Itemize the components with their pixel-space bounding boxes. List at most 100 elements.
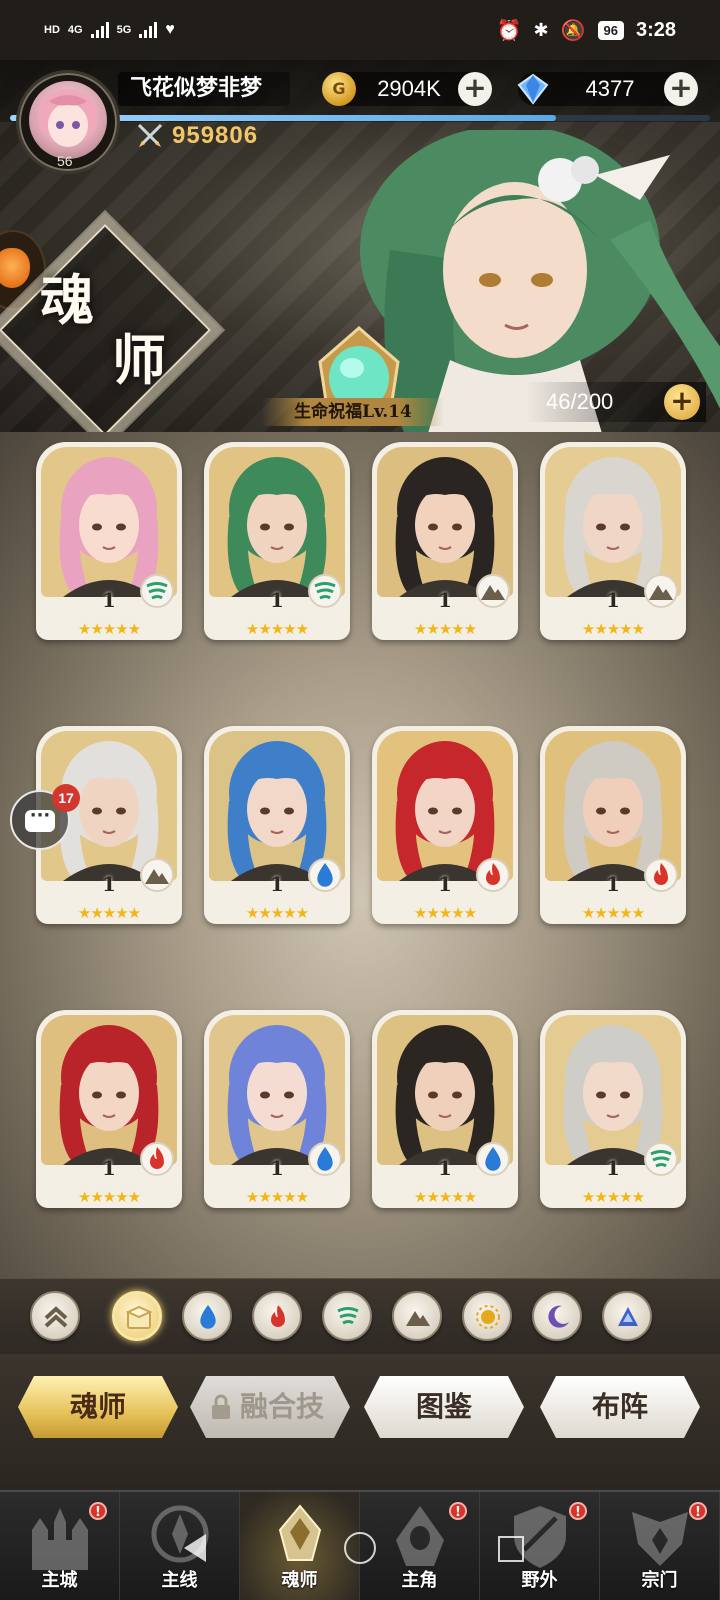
hero-card[interactable]: 1 ★★★★★ [540,442,686,640]
tab-fusion-skill[interactable]: 融合技 [190,1376,350,1438]
hero-banner: 56 飞花似梦非梦 G 2904K + 4377 + 959806 魂 师 生命… [0,60,720,432]
signal-icon-2 [139,22,158,38]
health-icon: ♥ [165,21,175,38]
sect-crest-icon [632,1512,688,1566]
hero-card[interactable]: 1 ★★★★★ [372,442,518,640]
filter-wind[interactable] [322,1291,372,1341]
roster-capacity: 46/200 + [526,382,706,422]
filter-earth[interactable] [392,1291,442,1341]
chat-unread-badge: 17 [52,784,80,812]
mountain-icon [145,869,169,884]
mountain-icon [649,585,673,600]
filter-rank-up[interactable] [30,1291,80,1341]
hero-card[interactable]: 1 ★★★★★ [204,1010,350,1208]
element-badge [476,858,510,892]
expand-roster-button[interactable]: + [664,384,700,420]
add-coins-button[interactable]: + [458,72,492,106]
hero-card[interactable]: 1 ★★★★★ [372,1010,518,1208]
nav-main-story-label: 主线 [161,1570,198,1591]
hero-stars: ★★★★★ [77,1188,141,1206]
alarm-icon: ⏰ [496,19,522,42]
gem-value: 4377 [585,76,635,101]
filter-water[interactable] [182,1291,232,1341]
fire-icon [654,863,668,885]
nav-protagonist[interactable]: 主角 ! [360,1492,480,1600]
avatar[interactable] [29,81,107,159]
nav-main-city-label: 主城 [41,1570,78,1591]
fire-icon [486,863,500,885]
wind-icon [314,582,336,600]
hero-stars: ★★★★★ [413,1188,477,1206]
network-indicators: HD 4G 5G ♥ [44,21,175,39]
combat-power: 959806 [136,122,258,150]
tab-soul-masters[interactable]: 魂师 [18,1376,178,1438]
filter-light[interactable] [462,1291,512,1341]
filter-all[interactable] [112,1291,162,1341]
water-drop-icon [485,1147,501,1171]
roster-count: 46/200 [546,389,614,414]
element-badge [140,1142,174,1176]
hero-stars: ★★★★★ [413,904,477,922]
tab-codex-label: 图鉴 [415,1390,472,1423]
tab-formation[interactable]: 布阵 [540,1376,700,1438]
bluetooth-icon: ✱ [533,19,549,40]
diamond-icon [517,73,549,105]
coin-counter: G 2904K + [322,72,492,106]
moon-icon [548,1305,569,1328]
system-recents-button[interactable] [498,1536,524,1562]
page-title-line-1: 魂 [40,268,94,332]
hero-card[interactable]: 1 ★★★★★ [36,442,182,640]
soul-master-icon [278,1504,322,1561]
element-badge [476,1142,510,1176]
hd-indicator: HD [44,24,60,36]
element-badge [140,574,174,608]
element-badge [644,574,678,608]
avatar-portrait-icon [38,89,98,147]
triangle-icon [618,1307,638,1326]
nav-main-city[interactable]: 主城 ! [0,1492,120,1600]
system-back-button[interactable] [184,1534,206,1562]
element-badge [476,574,510,608]
add-gems-button[interactable]: + [664,72,698,106]
filter-dark[interactable] [532,1291,582,1341]
player-level: 56 [57,153,73,169]
nav-sect[interactable]: 宗门 ! [600,1492,720,1600]
power-value: 959806 [172,122,259,149]
battery-indicator: 96 [597,20,624,40]
hero-grid-area[interactable]: 1 ★★★★★ 1 ★★★★★ 1 ★★★★★ 1 ★★★★★ 1 ★★★★★ … [0,432,720,1278]
hero-card[interactable]: 1 ★★★★★ [540,726,686,924]
hero-card[interactable]: 1 ★★★★★ [540,1010,686,1208]
coin-icon: G [322,72,356,106]
hero-grid: 1 ★★★★★ 1 ★★★★★ 1 ★★★★★ 1 ★★★★★ 1 ★★★★★ … [36,442,686,1278]
chat-button[interactable]: ··· 17 [10,784,80,850]
nav-main-story[interactable]: 主线 [120,1492,240,1600]
castle-icon [32,1508,88,1570]
hero-card[interactable]: 1 ★★★★★ [36,1010,182,1208]
player-name: 飞花似梦非梦 [118,72,290,106]
chat-icon: ··· [25,807,55,832]
hero-card[interactable]: 1 ★★★★★ [204,726,350,924]
system-home-button[interactable] [344,1532,376,1564]
status-bar: HD 4G 5G ♥ ⏰ ✱ 🔕 96 3:28 [0,0,720,60]
element-badge [140,858,174,892]
page-title-line-2: 师 [112,328,166,392]
blessing-label[interactable]: 生命祝福Lv.14 [262,398,444,426]
tab-fusion-skill-label: 融合技 [239,1390,324,1423]
water-drop-icon [200,1305,216,1329]
filter-fire[interactable] [252,1291,302,1341]
hooded-figure-icon [396,1506,444,1566]
hero-card[interactable]: 1 ★★★★★ [204,442,350,640]
nav-soul-masters[interactable]: 魂师 [240,1492,360,1600]
sun-icon [476,1305,500,1329]
chevron-up-icon [44,1306,68,1328]
filter-special[interactable] [602,1291,652,1341]
wind-icon [650,1150,672,1168]
element-badge [308,574,342,608]
player-avatar-frame[interactable]: 56 [16,70,120,174]
page-title: 魂 师 [40,270,180,400]
element-badge [308,858,342,892]
notification-dot: ! [89,1502,107,1520]
tab-codex[interactable]: 图鉴 [364,1376,524,1438]
fire-icon [271,1305,285,1327]
hero-card[interactable]: 1 ★★★★★ [372,726,518,924]
